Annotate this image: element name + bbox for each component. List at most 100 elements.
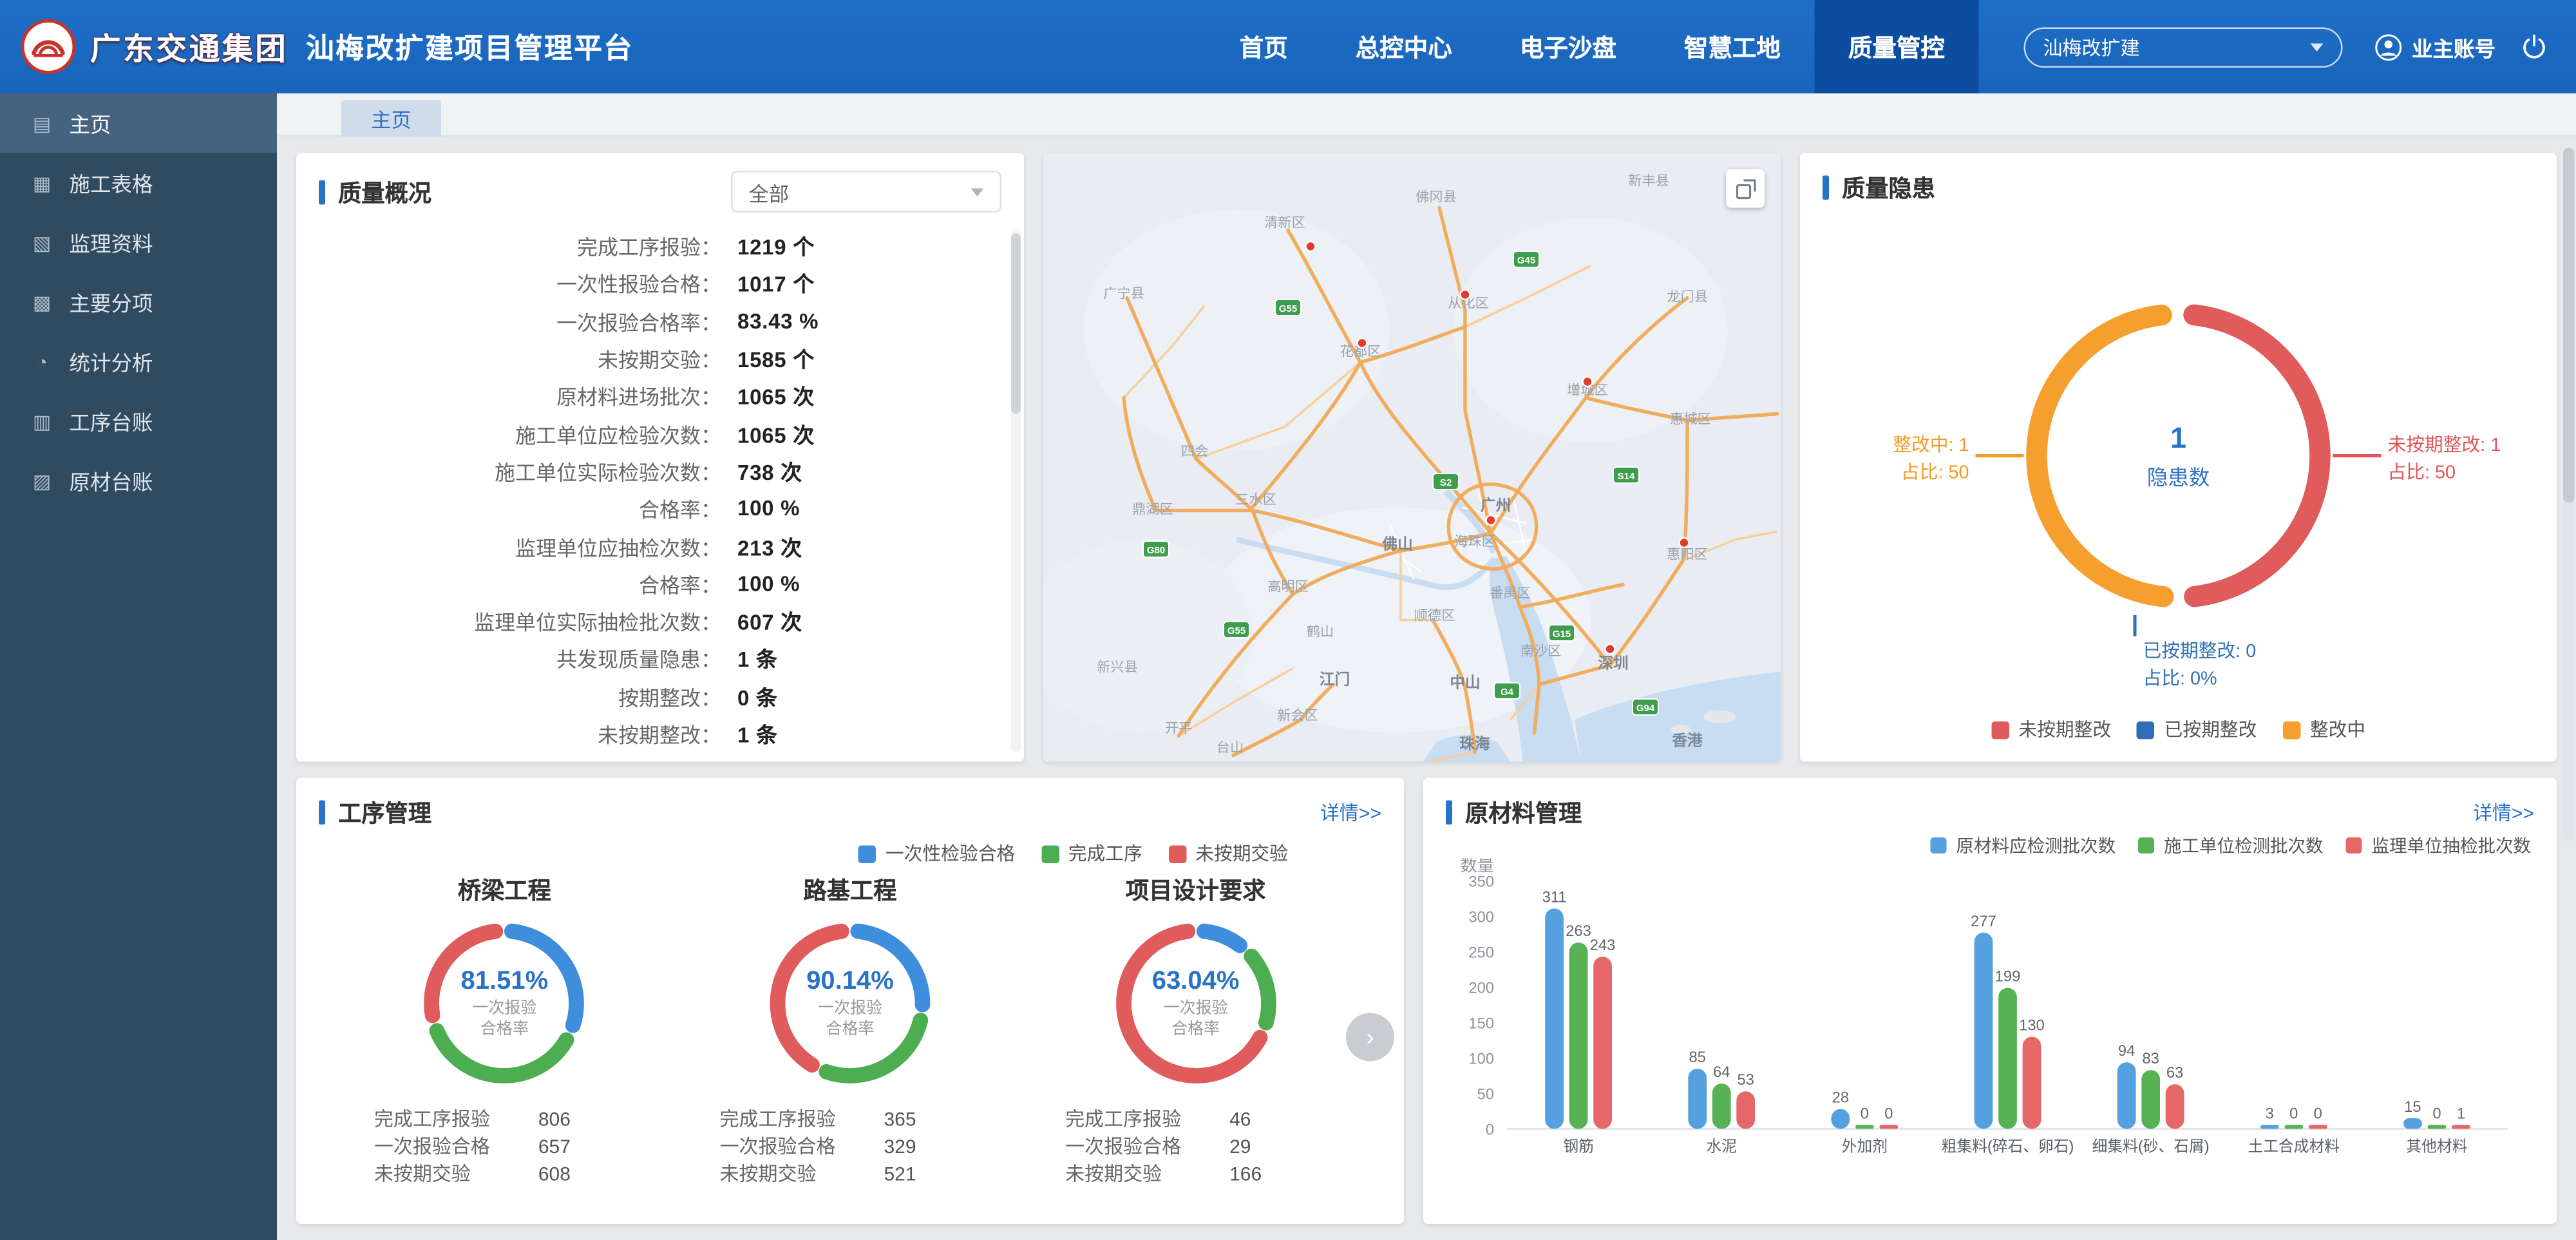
- project-select[interactable]: 汕梅改扩建: [2023, 26, 2342, 67]
- map-label: 三水区: [1235, 492, 1276, 508]
- svg-text:G55: G55: [1279, 303, 1297, 314]
- highway-shield-icon: S14: [1613, 467, 1639, 483]
- svg-text:S2: S2: [1440, 477, 1452, 488]
- chevron-down-icon: [2310, 43, 2323, 51]
- map-canvas[interactable]: 清新区佛冈县新丰县龙门县从化区广宁县花都区增城区四会三水区鼎湖区惠城区广州海珠区…: [1043, 153, 1781, 762]
- svg-text:83: 83: [2142, 1050, 2159, 1067]
- sidebar-item-3[interactable]: ▩主要分项: [0, 272, 277, 332]
- quality-stat-row: 施工单位应检验次数1065 次: [319, 415, 1001, 452]
- gauge-stat-row: 一次报验合格29: [1065, 1132, 1326, 1160]
- svg-text:243: 243: [1590, 937, 1616, 954]
- carousel-next-button[interactable]: ›: [1346, 1013, 1394, 1062]
- stat-value: 83.43 %: [737, 309, 819, 333]
- legend-swatch: [1991, 721, 2009, 739]
- legend-label: 未按期交验: [1195, 841, 1288, 866]
- map-pin-icon: [1583, 377, 1593, 386]
- gauge-caption: 一次报验: [1164, 998, 1228, 1019]
- svg-text:53: 53: [1738, 1071, 1754, 1089]
- legend-item[interactable]: 整改中: [2282, 717, 2365, 743]
- map-label: 惠城区: [1670, 412, 1711, 427]
- legend-swatch: [1168, 844, 1186, 863]
- tab-home[interactable]: 主页: [341, 100, 441, 137]
- sidebar: ▤主页▦施工表格▧监理资料▩主要分项◔统计分析▥工序台账▨原材台账: [0, 93, 277, 1240]
- project-select-value: 汕梅改扩建: [2043, 33, 2139, 61]
- stat-value: 607 次: [737, 606, 802, 636]
- legend-item[interactable]: 施工单位检测批次数: [2138, 833, 2324, 859]
- legend-item[interactable]: 已按期整改: [2137, 717, 2257, 743]
- sidebar-item-1[interactable]: ▦施工表格: [0, 153, 277, 213]
- svg-text:15: 15: [2404, 1098, 2421, 1116]
- nav-item-4[interactable]: 质量管控: [1814, 0, 1978, 93]
- highway-shield-icon: G45: [1513, 251, 1539, 267]
- svg-text:土工合成材料: 土工合成材料: [2248, 1138, 2340, 1156]
- quality-filter-select[interactable]: 全部: [731, 171, 1001, 213]
- sidebar-item-4[interactable]: ◔统计分析: [0, 332, 277, 392]
- quality-stat-row: 合格率100 %: [319, 490, 1001, 527]
- map-label: 新兴县: [1097, 660, 1138, 675]
- nav-item-0[interactable]: 首页: [1206, 0, 1321, 93]
- nav-item-1[interactable]: 总控中心: [1321, 0, 1486, 93]
- svg-text:0: 0: [1884, 1105, 1893, 1122]
- tab-strip: 主页: [277, 93, 2576, 137]
- legend-item[interactable]: 一次性检验合格: [858, 841, 1016, 866]
- sidebar-item-0[interactable]: ▤主页: [0, 93, 277, 153]
- account-button[interactable]: 业主账号: [2374, 32, 2496, 62]
- gauge-center: 63.04%一次报验合格率: [1103, 910, 1289, 1097]
- gauge-stat-row: 完成工序报验46: [1065, 1105, 1326, 1132]
- nav-item-2[interactable]: 电子沙盘: [1486, 0, 1650, 93]
- gauge-center: 90.14%一次报验合格率: [757, 910, 943, 1097]
- legend-swatch: [2137, 721, 2155, 739]
- process-detail-link[interactable]: 详情>>: [1320, 799, 1381, 826]
- nav-item-3[interactable]: 智慧工地: [1650, 0, 1814, 93]
- panel-scrollbar[interactable]: [1011, 231, 1021, 752]
- hazard-callout-on-time: 已按期整改: 0 占比: 0%: [2143, 640, 2257, 695]
- stat-label: 施工单位实际检验次数: [319, 455, 721, 486]
- quality-stat-row: 施工单位实际检验次数 738 次: [319, 452, 1001, 490]
- panel-scrollbar-thumb[interactable]: [1011, 234, 1021, 414]
- legend-item[interactable]: 未按期整改: [1991, 717, 2111, 743]
- svg-text:S14: S14: [1618, 471, 1635, 482]
- legend-item[interactable]: 未按期交验: [1168, 841, 1288, 866]
- svg-text:277: 277: [1971, 913, 1996, 930]
- quality-stat-row: 完成工序报验1219 个: [319, 227, 1001, 265]
- quality-stat-row: 原材料进场批次1065 次: [319, 377, 1001, 414]
- legend-item[interactable]: 完成工序: [1041, 841, 1142, 866]
- material-detail-link[interactable]: 详情>>: [2473, 799, 2534, 826]
- gauge-caption: 一次报验: [472, 998, 536, 1019]
- stat-value: 100 %: [737, 497, 800, 521]
- legend-item[interactable]: 监理单位抽检批次数: [2346, 833, 2532, 859]
- legend-label: 已按期整改: [2164, 717, 2257, 743]
- home-icon: ▤: [31, 112, 53, 135]
- map-panel[interactable]: 清新区佛冈县新丰县龙门县从化区广宁县花都区增城区四会三水区鼎湖区惠城区广州海珠区…: [1043, 153, 1781, 762]
- map-label: 四会: [1181, 444, 1209, 459]
- legend-item[interactable]: 原材料应检测批次数: [1931, 833, 2116, 859]
- sidebar-item-2[interactable]: ▧监理资料: [0, 213, 277, 272]
- gauge-2: 项目设计要求63.04%一次报验合格率完成工序报验46一次报验合格29未按期交验…: [1030, 870, 1361, 1187]
- map-label: 珠海: [1459, 735, 1490, 753]
- quality-stat-row: 按期整改0 条: [319, 677, 1001, 714]
- stat-label: 施工单位应检验次数: [319, 418, 721, 449]
- stat-value: 1219 个: [737, 231, 815, 262]
- gauge-caption: 合格率: [1171, 1018, 1220, 1040]
- gauge-stat-label: 未按期交验: [374, 1159, 538, 1187]
- sidebar-item-5[interactable]: ▥工序台账: [0, 392, 277, 452]
- callout-line: [2134, 615, 2137, 636]
- stat-value: 738 次: [737, 455, 802, 486]
- gauge-stat-row: 完成工序报验806: [374, 1105, 635, 1132]
- gauge-stat-value: 46: [1229, 1107, 1251, 1130]
- map-pin-icon: [1605, 644, 1615, 654]
- svg-text:G80: G80: [1147, 545, 1165, 556]
- legend-swatch: [2282, 721, 2300, 739]
- gauge-stat-label: 一次报验合格: [374, 1132, 538, 1160]
- svg-text:0: 0: [2314, 1105, 2322, 1122]
- material-ledger-icon: ▨: [31, 470, 53, 492]
- map-expand-button[interactable]: [1726, 169, 1765, 208]
- map-pin-icon: [1358, 338, 1367, 348]
- quality-stat-row: 未按期交验1585 个: [319, 339, 1001, 377]
- quality-stat-row: 共发现质量隐患1 条: [319, 640, 1001, 677]
- logout-button[interactable]: [2521, 34, 2547, 60]
- brand: 广东交通集团 汕梅改扩建项目管理平台: [0, 19, 634, 74]
- sidebar-item-6[interactable]: ▨原材台账: [0, 451, 277, 511]
- map-label: 佛山: [1381, 536, 1413, 553]
- gauge-stat-label: 完成工序报验: [1065, 1105, 1229, 1132]
